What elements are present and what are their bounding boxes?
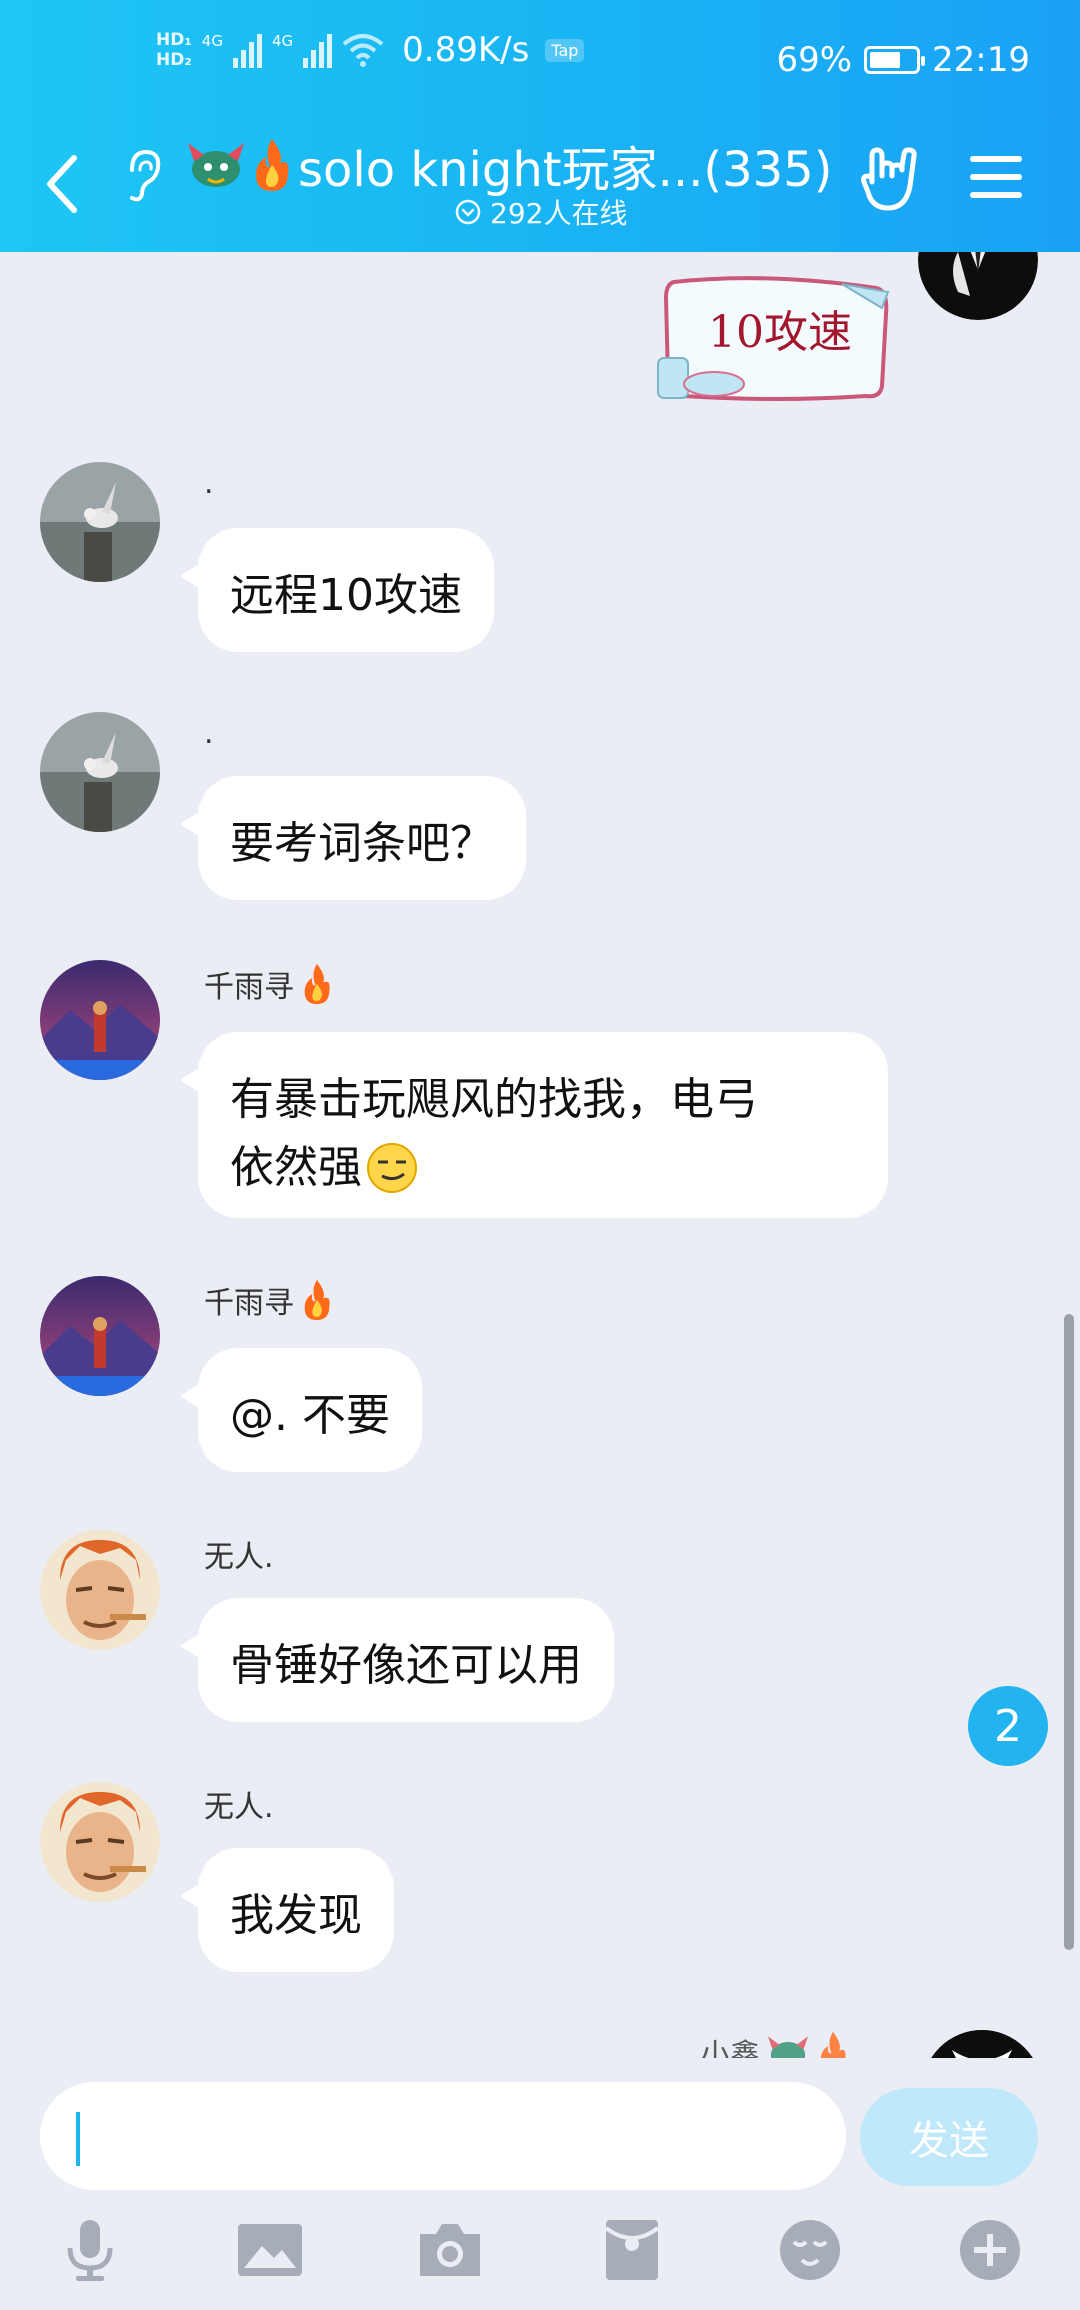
message-bubble[interactable]: 我发现 <box>180 1848 394 1972</box>
mic-icon[interactable] <box>58 2218 122 2282</box>
avatar-warrior[interactable] <box>40 1782 160 1902</box>
scrollbar[interactable] <box>1064 1314 1074 1950</box>
hd-indicator: HD₁ HD₂ <box>156 30 192 70</box>
online-count-text: 292人在线 <box>490 197 628 230</box>
battery-icon <box>864 46 926 74</box>
message-input[interactable] <box>40 2082 846 2190</box>
message-bubble[interactable]: 有暴击玩飓风的找我，电弓 依然强 <box>180 1032 888 1218</box>
wifi-icon <box>342 34 384 67</box>
avatar-mountain[interactable] <box>40 960 160 1080</box>
sender-name-text: 千雨寻 <box>204 1286 294 1321</box>
unread-badge[interactable]: 2 <box>968 1686 1048 1766</box>
message-bubble[interactable]: 远程10攻速 <box>180 528 494 652</box>
tap-badge: Tap <box>545 38 585 62</box>
dragon-icon <box>188 143 244 187</box>
network-type-2: 4G <box>271 32 294 50</box>
message-line: 有暴击玩飓风的找我，电弓 <box>230 1074 758 1125</box>
clock: 22:19 <box>932 40 1030 80</box>
online-count[interactable]: 292人在线 <box>454 192 627 232</box>
smirk-emoji-icon <box>367 1143 417 1193</box>
red-packet-icon[interactable] <box>600 2218 664 2282</box>
fire-icon <box>820 2031 846 2058</box>
message-list[interactable]: 10攻速 . 远程10攻速 . 要考词条吧？ 千雨寻 有暴击玩飓风的找我，电弓 … <box>0 252 1080 2058</box>
toolbar <box>0 2218 1080 2310</box>
battery-percent: 69% <box>776 40 853 80</box>
ear-icon[interactable] <box>122 146 166 206</box>
avatar-mountain[interactable] <box>40 1276 160 1396</box>
text-caret <box>76 2112 80 2166</box>
network-type-1: 4G <box>201 32 223 50</box>
plus-icon[interactable] <box>958 2218 1022 2282</box>
input-bar: 发送 <box>0 2058 1080 2310</box>
avatar-seagull[interactable] <box>40 462 160 582</box>
emoji-icon[interactable] <box>778 2218 842 2282</box>
fire-icon <box>304 963 330 1005</box>
chat-title[interactable]: solo knight玩家...(335) <box>186 130 832 200</box>
sender-name: 小鑫 <box>700 2030 850 2058</box>
camera-icon[interactable] <box>416 2218 484 2282</box>
sender-name: . <box>204 716 214 751</box>
sticker-text: 10攻速 <box>708 307 852 358</box>
sticker-message[interactable]: 10攻速 <box>656 274 890 404</box>
message-bubble[interactable]: 要考词条吧？ <box>180 776 526 900</box>
sender-name: 千雨寻 <box>204 962 334 1006</box>
nav-bar: solo knight玩家...(335) 292人在线 <box>0 124 1080 252</box>
chat-title-text: solo knight玩家...(335) <box>298 142 833 198</box>
network-speed: 0.89K/s <box>402 30 530 70</box>
image-icon[interactable] <box>236 2218 304 2282</box>
self-avatar[interactable] <box>918 252 1038 320</box>
signal-icon <box>232 32 262 68</box>
dragon-icon <box>768 2036 808 2058</box>
battery-fill <box>870 52 901 68</box>
send-button[interactable]: 发送 <box>860 2088 1038 2186</box>
self-avatar[interactable] <box>922 2030 1042 2058</box>
avatar-seagull[interactable] <box>40 712 160 832</box>
menu-icon[interactable] <box>968 152 1024 202</box>
rock-hand-icon[interactable] <box>858 146 922 214</box>
fire-icon <box>304 1279 330 1321</box>
avatar-warrior[interactable] <box>40 1530 160 1650</box>
header: HD₁ HD₂ 4G 4G 0.89K/s Tap 69% 22:19 solo… <box>0 0 1080 252</box>
message-line: 依然强 <box>230 1134 856 1202</box>
back-icon[interactable] <box>40 148 90 218</box>
sender-name: . <box>204 466 214 501</box>
message-bubble[interactable]: @. 不要 <box>180 1348 422 1472</box>
message-bubble[interactable]: 骨锤好像还可以用 <box>180 1598 614 1722</box>
chevron-down-circle-icon <box>455 199 481 225</box>
sender-name-text: 千雨寻 <box>204 970 294 1005</box>
sender-name: 无人. <box>204 1540 274 1575</box>
sender-name-text: 小鑫 <box>700 2038 760 2058</box>
fire-icon <box>256 139 289 191</box>
signal-icon <box>303 32 333 68</box>
status-bar: HD₁ HD₂ 4G 4G 0.89K/s Tap 69% 22:19 <box>0 0 1080 124</box>
sender-name: 千雨寻 <box>204 1278 334 1322</box>
sender-name: 无人. <box>204 1790 274 1825</box>
